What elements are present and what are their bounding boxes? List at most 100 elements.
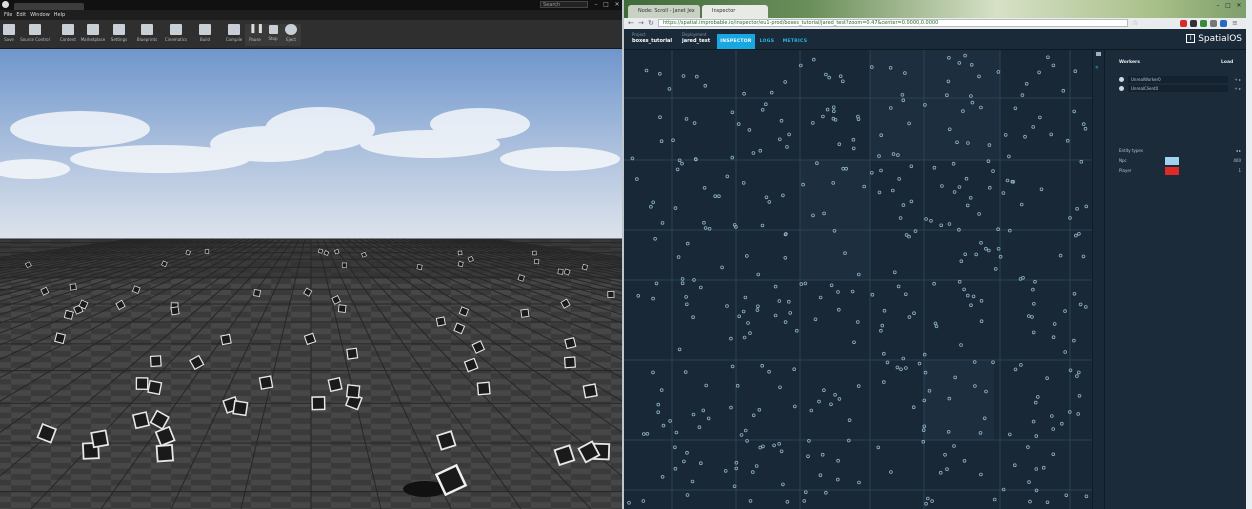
eject-icon <box>285 24 297 35</box>
worker-row[interactable]: UnrealWorker0 + ▸ <box>1119 76 1241 83</box>
cube <box>346 347 359 360</box>
extension-icon[interactable] <box>1220 20 1227 27</box>
pause-icon: ❚❚ <box>249 24 265 34</box>
minimize-icon[interactable]: – <box>1214 2 1222 10</box>
ue-toolbar: Save Source Control Content Marketplace … <box>0 20 624 49</box>
url-input[interactable]: https://spatial.improbable.io/inspector/… <box>658 19 1128 27</box>
level-viewport[interactable] <box>0 49 622 509</box>
maximize-icon[interactable]: □ <box>1224 2 1232 10</box>
ue-search-input[interactable]: Search <box>540 1 588 8</box>
extension-icon[interactable] <box>1210 20 1217 27</box>
compile-icon <box>228 24 240 35</box>
cube <box>131 411 151 430</box>
cube <box>170 306 180 316</box>
entity-type-row[interactable]: Npc 400 <box>1119 157 1241 165</box>
save-button[interactable]: Save <box>2 24 16 46</box>
tab-metrics[interactable]: METRICS <box>780 34 810 49</box>
cube <box>90 429 110 449</box>
spatialos-logo: I SpatialOS <box>1186 34 1242 44</box>
load-title: Load <box>1221 60 1234 65</box>
stop-button[interactable]: Stop <box>266 24 280 46</box>
ue-menu-bar: File Edit Window Help <box>0 10 624 20</box>
browser-tab-strip: Node: Scroll - Janet Jex Inspector – □ ✕ <box>624 0 1246 18</box>
cube <box>435 316 446 327</box>
build-button[interactable]: Build <box>196 24 214 46</box>
ue-level-tab[interactable] <box>14 3 84 10</box>
stop-icon <box>268 25 278 34</box>
cube <box>258 375 274 390</box>
eject-button[interactable]: Eject <box>284 24 298 46</box>
minimize-icon[interactable]: – <box>592 1 600 9</box>
cube <box>520 308 530 318</box>
content-button[interactable]: Content <box>58 24 78 46</box>
reload-icon[interactable]: ↻ <box>648 19 654 28</box>
cube <box>253 289 261 297</box>
close-icon[interactable]: ✕ <box>613 1 621 9</box>
cube <box>607 290 615 298</box>
forward-icon[interactable]: → <box>638 19 644 28</box>
blueprints-button[interactable]: Blueprints <box>136 24 158 46</box>
content-icon <box>62 24 74 35</box>
cube <box>581 263 589 271</box>
star-icon[interactable]: ☆ <box>1132 19 1138 28</box>
menu-file[interactable]: File <box>4 10 12 20</box>
world-map-canvas[interactable] <box>624 50 1092 509</box>
worker-controls-icon[interactable]: + ▸ <box>1234 76 1241 83</box>
collapse-panel-icon[interactable]: « <box>1095 64 1099 71</box>
extension-icon[interactable] <box>1180 20 1187 27</box>
unreal-logo-icon <box>2 1 9 8</box>
spatialos-logo-icon: I <box>1186 34 1196 43</box>
cube <box>476 381 491 396</box>
color-swatch[interactable] <box>1165 167 1179 175</box>
menu-icon[interactable]: ≡ <box>1232 19 1238 28</box>
worker-status-icon <box>1119 86 1124 91</box>
deployment-field: Deployment jared_test <box>682 32 711 44</box>
cinematics-icon <box>170 24 182 35</box>
cube <box>63 309 74 320</box>
blueprints-icon <box>141 24 153 35</box>
inspector-header: Project boxes_tutorial Deployment jared_… <box>624 29 1246 50</box>
cube <box>582 383 598 399</box>
cinematics-button[interactable]: Cinematics <box>164 24 188 46</box>
cube <box>557 268 564 275</box>
inspector-sidebar: Workers Load UnrealWorker0 + ▸ UnrealCli… <box>1104 50 1246 509</box>
cube <box>135 377 149 391</box>
toggle-icon[interactable]: ◂ ▸ <box>1236 147 1241 155</box>
cube <box>149 355 162 368</box>
extension-icon[interactable] <box>1190 20 1197 27</box>
entity-types-header: Entity types ◂ ▸ <box>1119 147 1241 155</box>
settings-button[interactable]: Settings <box>110 24 128 46</box>
browser-window: Node: Scroll - Janet Jex Inspector – □ ✕… <box>624 0 1246 509</box>
extension-icon[interactable] <box>1200 20 1207 27</box>
maximize-icon[interactable]: □ <box>602 1 610 9</box>
menu-edit[interactable]: Edit <box>16 10 26 20</box>
cube <box>204 249 210 254</box>
entity-type-row[interactable]: Player 1 <box>1119 167 1241 175</box>
browser-tab-node[interactable]: Node: Scroll - Janet Jex <box>628 5 700 18</box>
build-icon <box>199 24 211 35</box>
tab-inspector[interactable]: INSPECTOR <box>717 34 755 49</box>
browser-tab-inspector[interactable]: Inspector <box>702 5 768 18</box>
compile-button[interactable]: Compile <box>224 24 244 46</box>
cube <box>337 304 347 313</box>
back-icon[interactable]: ← <box>628 19 634 28</box>
menu-help[interactable]: Help <box>54 10 65 20</box>
cube <box>345 384 361 399</box>
close-icon[interactable]: ✕ <box>1235 2 1243 10</box>
address-bar-row: ← → ↻ https://spatial.improbable.io/insp… <box>624 18 1246 29</box>
zoom-icon[interactable] <box>1096 52 1101 56</box>
gear-icon <box>113 24 125 35</box>
source-control-button[interactable]: Source Control <box>20 24 50 46</box>
tab-logs[interactable]: LOGS <box>757 34 777 49</box>
cube <box>147 379 163 396</box>
marketplace-button[interactable]: Marketplace <box>80 24 106 46</box>
menu-window[interactable]: Window <box>30 10 50 20</box>
color-swatch[interactable] <box>1165 157 1179 165</box>
cube <box>457 250 463 256</box>
pause-button[interactable]: ❚❚ Pause <box>248 24 265 46</box>
worker-row[interactable]: UnrealClient0 + ▸ <box>1119 85 1241 92</box>
unreal-editor-window: Search – □ ✕ File Edit Window Help Save Sou… <box>0 0 624 509</box>
worker-controls-icon[interactable]: + ▸ <box>1234 85 1241 92</box>
ue-title-bar: Search – □ ✕ <box>0 0 624 10</box>
cube <box>311 396 326 411</box>
